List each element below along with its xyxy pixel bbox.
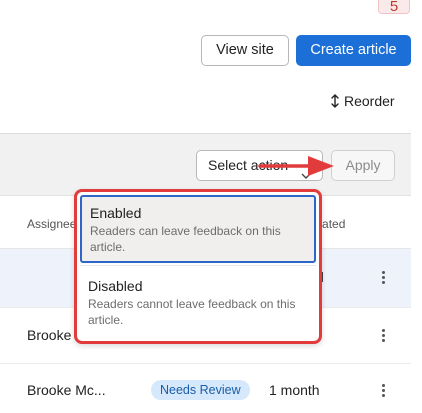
notification-badge[interactable]: 5: [378, 0, 410, 15]
row-actions-icon[interactable]: [378, 270, 388, 286]
updated-cell: 1 month: [269, 382, 320, 398]
reorder-label: Reorder: [344, 93, 395, 109]
view-site-button[interactable]: View site: [201, 35, 289, 66]
divider: [80, 265, 316, 266]
assignee-cell: Brooke Mc...: [27, 382, 106, 398]
create-article-button[interactable]: Create article: [296, 35, 411, 66]
option-description: Readers cannot leave feedback on this ar…: [88, 297, 296, 327]
column-header-assignee[interactable]: Assignee: [27, 217, 76, 231]
option-title: Disabled: [88, 278, 143, 294]
option-description: Readers can leave feedback on this artic…: [90, 224, 281, 254]
annotation-arrow-icon: [258, 155, 336, 180]
assignee-cell: Brooke: [27, 327, 72, 343]
option-title: Enabled: [90, 205, 142, 221]
option-enabled[interactable]: Enabled Readers can leave feedback on th…: [80, 195, 316, 263]
reorder-button[interactable]: Reorder: [331, 92, 395, 110]
status-badge: Needs Review: [151, 380, 250, 400]
option-disabled[interactable]: Disabled Readers cannot leave feedback o…: [80, 270, 316, 338]
row-actions-icon[interactable]: [378, 383, 388, 399]
apply-button[interactable]: Apply: [331, 150, 395, 181]
feedback-options-dropdown: Enabled Readers can leave feedback on th…: [74, 189, 322, 344]
reorder-arrows-icon: [331, 94, 339, 108]
row-actions-icon[interactable]: [378, 328, 388, 344]
